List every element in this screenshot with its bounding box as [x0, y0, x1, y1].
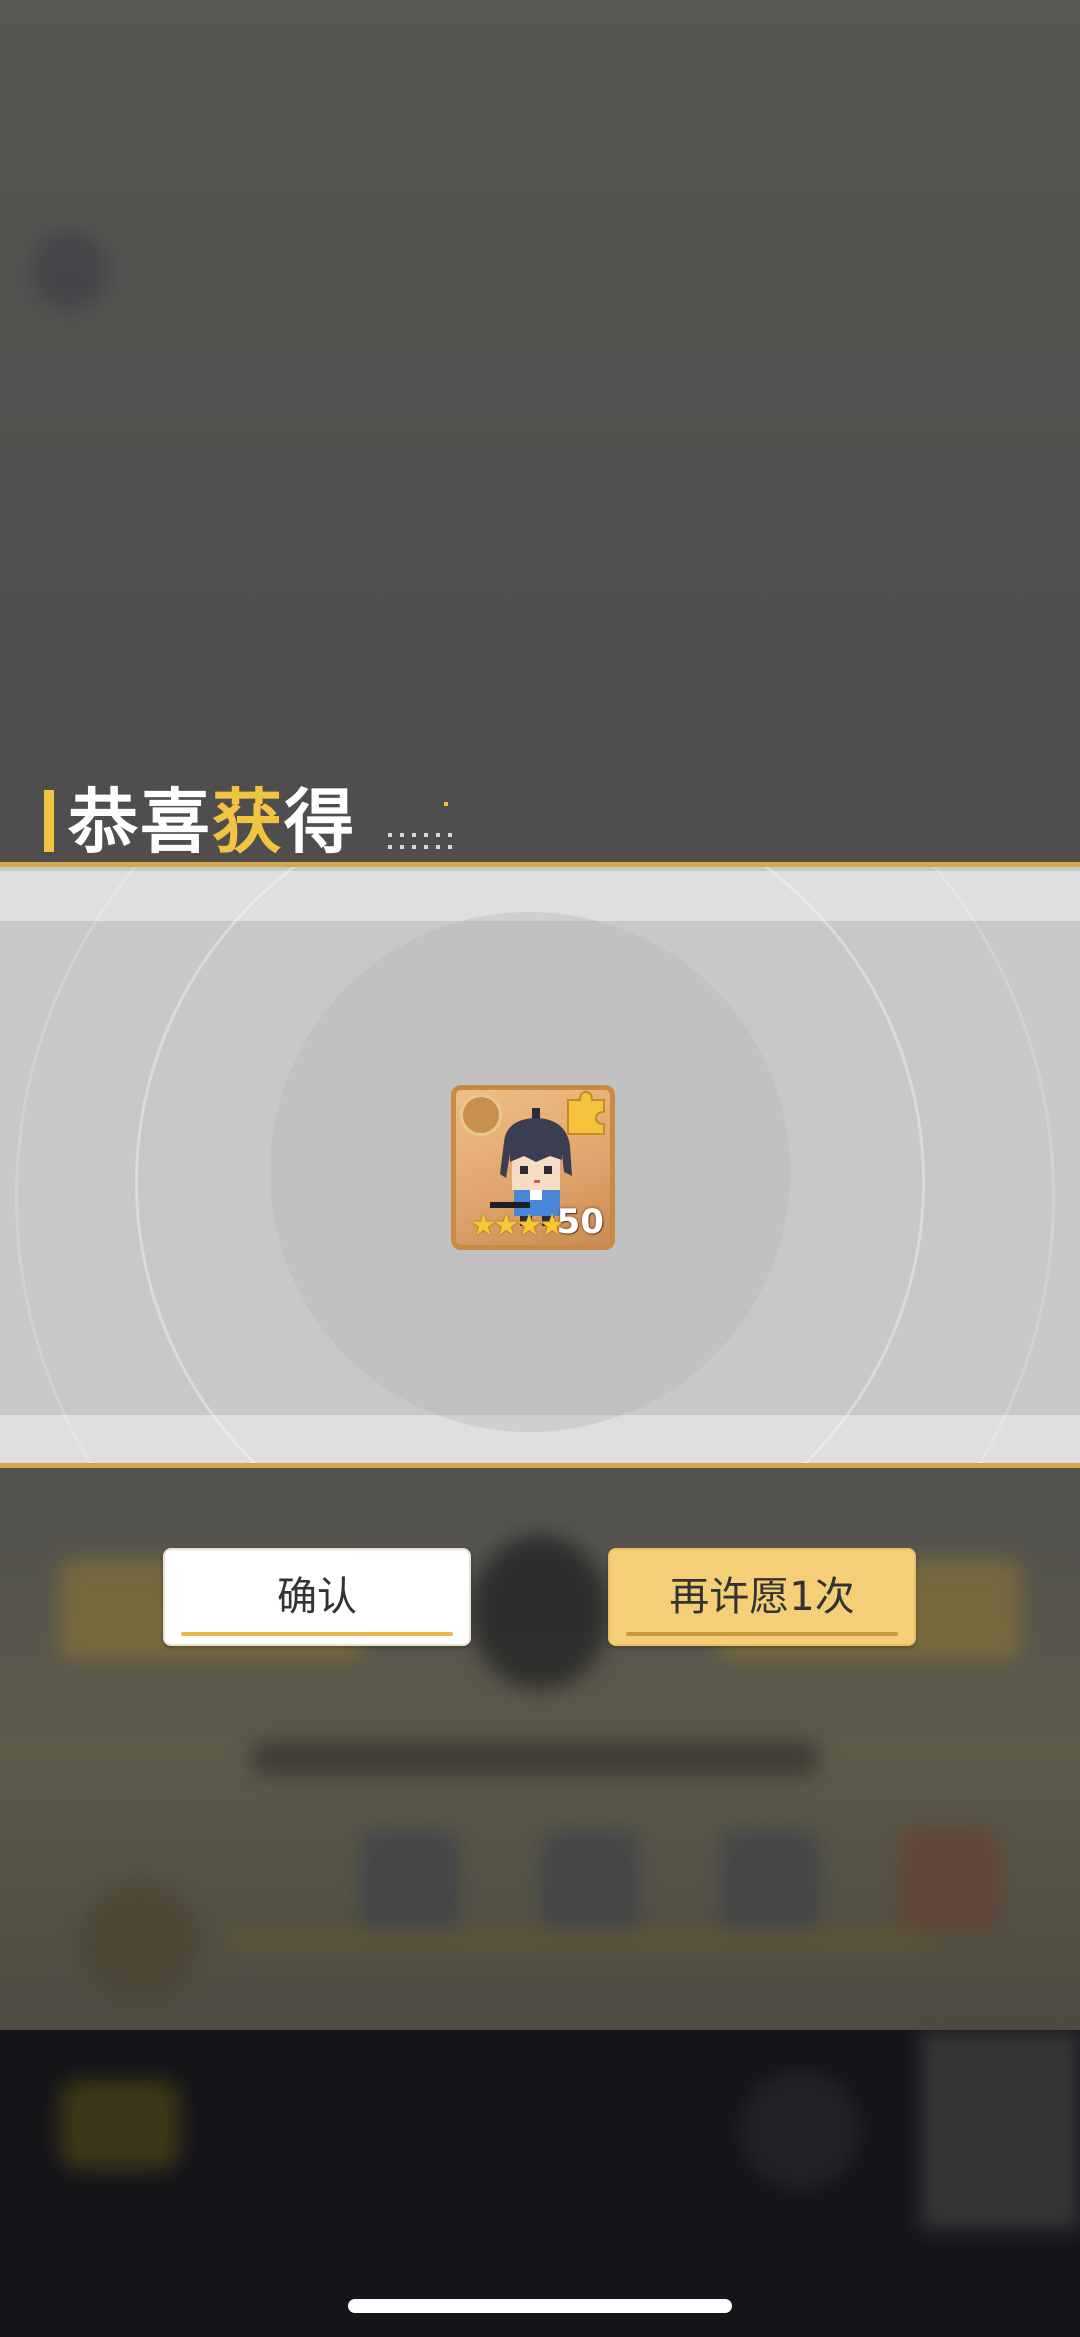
title-accent-bar	[44, 790, 54, 852]
background-nav-icon	[60, 2080, 180, 2170]
band-border-bottom	[0, 1463, 1080, 1468]
background-card	[360, 1830, 460, 1930]
title-dots-decoration	[388, 802, 452, 849]
wish-again-button-label: 再许愿1次	[669, 1574, 855, 1620]
button-underline	[626, 1632, 898, 1636]
background-blurred-avatar	[80, 1880, 200, 2000]
reward-item-card[interactable]: ★★★★ 50	[451, 1085, 615, 1250]
background-bottom-nav	[0, 2030, 1080, 2337]
puzzle-piece-icon	[567, 1090, 605, 1135]
background-card	[720, 1830, 820, 1930]
title-part: 得	[284, 781, 356, 863]
reward-title: 恭喜获得	[68, 777, 356, 867]
confirm-button-label: 确认	[277, 1574, 357, 1620]
screen: 恭喜获得 ★★★★ 50 确认 再许愿1次	[0, 0, 1080, 2337]
background-nav-panel	[920, 2030, 1080, 2230]
button-underline	[181, 1632, 453, 1636]
home-indicator[interactable]	[348, 2299, 732, 2313]
background-blurred-icon	[30, 230, 110, 310]
star-rating: ★★★★	[470, 1208, 566, 1243]
background-blurred-text-line	[250, 1740, 820, 1776]
background-blurred-wish-button	[470, 1535, 610, 1690]
wish-again-button[interactable]: 再许愿1次	[608, 1548, 916, 1646]
title-part: 恭喜	[68, 781, 212, 863]
confirm-button[interactable]: 确认	[163, 1548, 471, 1646]
background-nav-icon	[740, 2070, 860, 2190]
item-count: 50	[556, 1202, 604, 1242]
title-part-highlight: 获	[212, 781, 284, 863]
background-card	[900, 1830, 1000, 1930]
background-blurred-cards	[360, 1830, 1010, 1940]
background-card	[540, 1830, 640, 1930]
rarity-badge-icon	[460, 1094, 502, 1136]
